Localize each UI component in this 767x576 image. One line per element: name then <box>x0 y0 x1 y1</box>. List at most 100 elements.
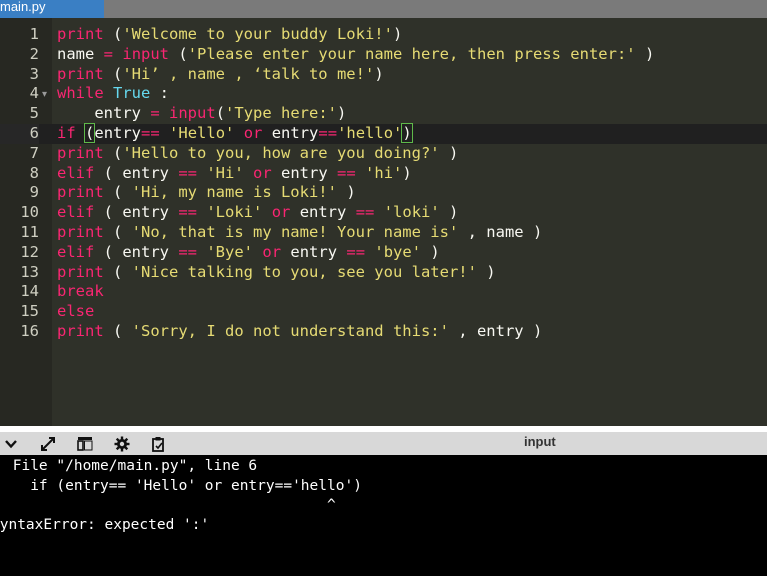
code-line[interactable]: 14 break <box>0 282 767 302</box>
code-token: entry <box>57 104 151 123</box>
chevron-down-icon[interactable] <box>2 435 20 452</box>
tab-label: main.py <box>0 0 46 14</box>
console-output[interactable]: File "/home/main.py", line 6 if (entry==… <box>0 455 767 576</box>
code-line[interactable]: 16 print ( 'Sorry, I do not understand th… <box>0 322 767 342</box>
code-token: entry <box>271 163 338 182</box>
code-token: 'Please enter your name here, then press… <box>187 44 636 63</box>
code-token: 'No, that is my name! Your name is' <box>131 222 459 241</box>
code-line[interactable]: 10 elif ( entry == 'Loki' or entry == 'lo… <box>0 203 767 223</box>
code-text: if (entry== 'Hello' or entry=='hello') <box>57 122 413 144</box>
code-line[interactable]: 8 elif ( entry == 'Hi' or entry == 'hi') <box>0 164 767 184</box>
code-token: if <box>57 123 76 142</box>
code-editor[interactable]: 1 print ('Welcome to your buddy Loki!') 2 n… <box>0 18 767 426</box>
code-token: 'Hi’ , name , ‘talk to me!' <box>122 64 375 83</box>
line-number: 1 <box>29 25 39 43</box>
code-line[interactable]: 13 print ( 'Nice talking to you, see you … <box>0 263 767 283</box>
code-text: print ( 'Sorry, I do not understand this… <box>57 322 542 342</box>
code-token: ( <box>103 143 123 162</box>
code-text: print ('Hello to you, how are you doing?… <box>57 144 458 164</box>
code-line[interactable]: 12 elif ( entry == 'Bye' or entry == 'bye… <box>0 243 767 263</box>
code-token: input <box>122 44 170 63</box>
layout-icon[interactable] <box>76 435 94 452</box>
code-line[interactable]: 5 entry = input('Type here:') <box>0 104 767 124</box>
code-token: : <box>150 84 170 103</box>
code-token: = <box>103 44 114 63</box>
code-token: or <box>243 123 263 142</box>
code-token: entry <box>281 242 347 261</box>
expand-icon[interactable] <box>39 435 57 452</box>
code-token: print <box>57 321 104 340</box>
code-token: = <box>150 104 160 123</box>
code-token: ) <box>374 64 384 83</box>
tab-bar: main.py <box>0 0 767 18</box>
code-line[interactable]: 7 print ('Hello to you, how are you doing… <box>0 144 767 164</box>
code-text: elif ( entry == 'Bye' or entry == 'bye' … <box>57 243 440 263</box>
line-number: 3 <box>29 64 39 83</box>
code-line[interactable]: 11 print ( 'No, that is my name! Your nam… <box>0 223 767 243</box>
code-token: 'Hi, my name is Loki!' <box>131 183 337 202</box>
line-number: 13 <box>20 262 39 281</box>
code-token: print <box>57 64 104 83</box>
code-line[interactable]: 4 ▾ while True : <box>0 84 767 104</box>
code-token: 'hello' <box>337 123 403 142</box>
code-text: else <box>57 302 94 322</box>
code-token: 'loki' <box>383 203 440 222</box>
console-toolbar: input <box>0 432 767 455</box>
code-token: entry <box>94 123 142 142</box>
line-number: 14 <box>20 282 39 301</box>
line-number: 16 <box>20 321 39 340</box>
line-number: 2 <box>29 44 39 63</box>
code-token: elif <box>57 163 95 182</box>
code-token: else <box>57 302 95 321</box>
line-number: 7 <box>29 143 39 162</box>
code-token: or <box>271 203 291 222</box>
code-token: == <box>141 123 160 142</box>
line-number: 8 <box>29 163 39 182</box>
code-token: elif <box>57 242 95 261</box>
code-token: print <box>57 183 104 202</box>
code-line[interactable]: 6 if (entry== 'Hello' or entry=='hello') <box>0 122 767 144</box>
clipboard-icon[interactable] <box>149 435 167 452</box>
line-number: 5 <box>29 104 39 123</box>
code-token: ( entry <box>94 203 179 222</box>
code-token: ( <box>103 183 132 202</box>
code-token: name <box>57 44 104 63</box>
code-token: 'bye' <box>374 242 422 261</box>
code-line[interactable]: 1 print ('Welcome to your buddy Loki!') <box>0 25 767 45</box>
code-line[interactable]: 3 print ('Hi’ , name , ‘talk to me!') <box>0 65 767 85</box>
code-text: print ( 'No, that is my name! Your name … <box>57 223 542 243</box>
code-line[interactable]: 9 print ( 'Hi, my name is Loki!' ) <box>0 183 767 203</box>
code-token: == <box>178 203 197 222</box>
code-token: ) <box>476 262 496 281</box>
console-line: File "/home/main.py", line 6 <box>4 458 258 474</box>
line-number: 12 <box>20 242 39 261</box>
code-token: ( <box>103 222 132 241</box>
code-line[interactable]: 2 name = input ('Please enter your name h… <box>0 45 767 65</box>
code-token: ( entry <box>94 163 179 182</box>
tab-main-py[interactable]: main.py <box>0 0 104 18</box>
code-token: print <box>57 222 104 241</box>
code-line[interactable]: 15 else <box>0 302 767 322</box>
code-token: 'Type here:' <box>225 104 338 123</box>
fold-arrow-icon[interactable]: ▾ <box>42 84 52 104</box>
line-number: 9 <box>29 183 39 202</box>
line-number: 6 <box>0 123 39 144</box>
console-line: SyntaxError: expected ':' <box>0 517 210 533</box>
code-token: ( <box>215 104 226 123</box>
code-token: 'Hello' <box>169 123 235 142</box>
code-text: elif ( entry == 'Loki' or entry == 'loki… <box>57 203 458 223</box>
code-text: elif ( entry == 'Hi' or entry == 'hi') <box>57 164 412 184</box>
gear-icon[interactable] <box>113 435 131 452</box>
code-token: == <box>318 123 338 142</box>
code-text: print ( 'Nice talking to you, see you la… <box>57 263 496 283</box>
code-token: ( <box>103 262 132 281</box>
